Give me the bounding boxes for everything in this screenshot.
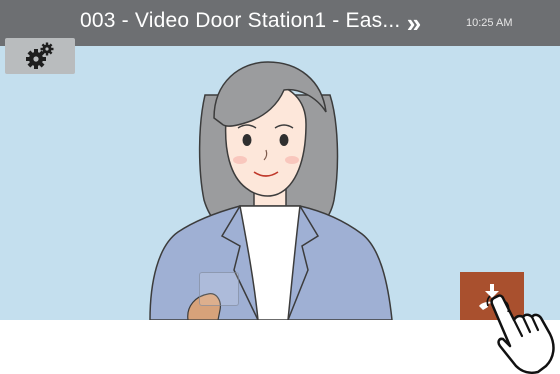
double-chevron-right-icon: »	[406, 7, 422, 38]
next-station-button[interactable]: »	[393, 6, 435, 40]
settings-button[interactable]	[5, 38, 75, 74]
video-overlay-icon	[199, 272, 239, 306]
pointing-hand-icon	[486, 294, 555, 374]
clock-display: 10:25 AM	[466, 17, 513, 29]
gears-icon	[26, 42, 54, 69]
video-screen: 003 - Video Door Station1 - Eas... » 10:…	[0, 0, 560, 320]
title-bar: 003 - Video Door Station1 - Eas... » 10:…	[0, 0, 560, 46]
station-title: 003 - Video Door Station1 - Eas...	[80, 9, 401, 32]
